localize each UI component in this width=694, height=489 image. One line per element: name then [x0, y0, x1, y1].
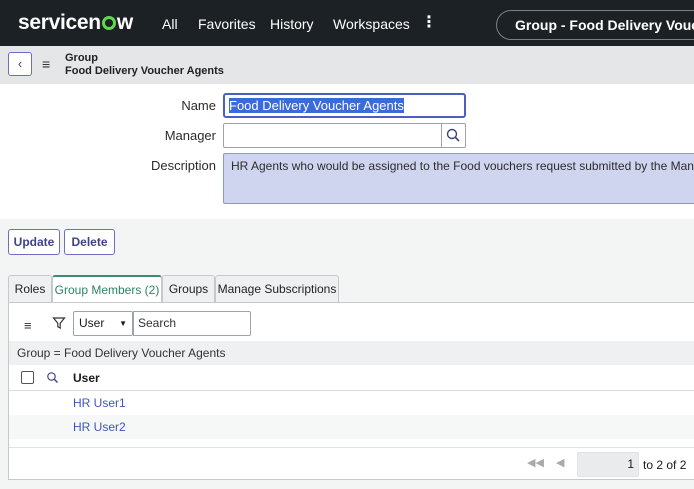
- record-type: Group: [65, 52, 98, 64]
- description-label: Description: [150, 158, 216, 173]
- tab-manage-subscriptions[interactable]: Manage Subscriptions: [215, 275, 339, 303]
- first-page-icon[interactable]: ◀◀: [527, 456, 544, 469]
- form-context-menu-icon[interactable]: ≡: [42, 57, 50, 71]
- nav-history[interactable]: History: [270, 15, 314, 33]
- logo-o-mark: [101, 16, 116, 30]
- nav-all[interactable]: All: [162, 15, 178, 33]
- manager-label: Manager: [164, 128, 216, 143]
- column-search-icon[interactable]: [46, 371, 59, 387]
- top-navigation: servicen w All Favorites History Workspac…: [0, 0, 694, 46]
- description-field[interactable]: HR Agents who would be assigned to the F…: [223, 153, 694, 204]
- back-button[interactable]: ‹: [8, 52, 32, 76]
- name-value: Food Delivery Voucher Agents: [229, 98, 404, 113]
- nav-favorites[interactable]: Favorites: [198, 15, 256, 33]
- manager-lookup-button[interactable]: [441, 123, 466, 148]
- list-menu-icon[interactable]: ≡: [24, 319, 32, 332]
- chevron-down-icon: ▼: [119, 319, 127, 328]
- record-header: ‹ ≡ Group Food Delivery Voucher Agents: [0, 46, 694, 84]
- table-row: HR User2: [9, 415, 694, 439]
- previous-page-icon[interactable]: ◀: [556, 456, 564, 469]
- servicenow-logo[interactable]: servicen w: [18, 11, 133, 35]
- list-search-input[interactable]: Search: [133, 311, 251, 336]
- tab-group-members[interactable]: Group Members (2): [52, 275, 162, 304]
- record-name: Food Delivery Voucher Agents: [65, 65, 224, 77]
- name-label: Name: [181, 98, 216, 113]
- select-all-checkbox[interactable]: [21, 371, 34, 384]
- tab-roles[interactable]: Roles: [8, 275, 52, 303]
- tab-groups[interactable]: Groups: [162, 275, 215, 303]
- delete-button[interactable]: Delete: [64, 229, 115, 255]
- user-link[interactable]: HR User2: [73, 415, 126, 439]
- update-button[interactable]: Update: [8, 229, 60, 255]
- page-input[interactable]: 1: [577, 452, 639, 477]
- column-user[interactable]: User: [73, 370, 100, 386]
- page-summary: to 2 of 2: [643, 458, 687, 472]
- group-members-list: ≡ User ▼ Search Group = Food Delivery Vou…: [8, 302, 694, 480]
- context-pill[interactable]: Group - Food Delivery Voucher Agents: [496, 10, 694, 40]
- more-menu-icon[interactable]: ⋮: [421, 13, 437, 33]
- manager-field[interactable]: [223, 123, 442, 148]
- table-row: HR User1: [9, 391, 694, 415]
- filter-icon[interactable]: [52, 316, 66, 333]
- nav-workspaces[interactable]: Workspaces: [333, 15, 410, 33]
- name-field[interactable]: Food Delivery Voucher Agents: [223, 93, 466, 118]
- column-header-row: User: [9, 365, 694, 391]
- filter-breadcrumb[interactable]: Group = Food Delivery Voucher Agents: [9, 341, 694, 365]
- search-icon: [446, 128, 460, 142]
- pagination: ◀◀ ◀ 1 to 2 of 2: [9, 447, 694, 481]
- search-field-select[interactable]: User ▼: [73, 311, 133, 336]
- user-link[interactable]: HR User1: [73, 391, 126, 415]
